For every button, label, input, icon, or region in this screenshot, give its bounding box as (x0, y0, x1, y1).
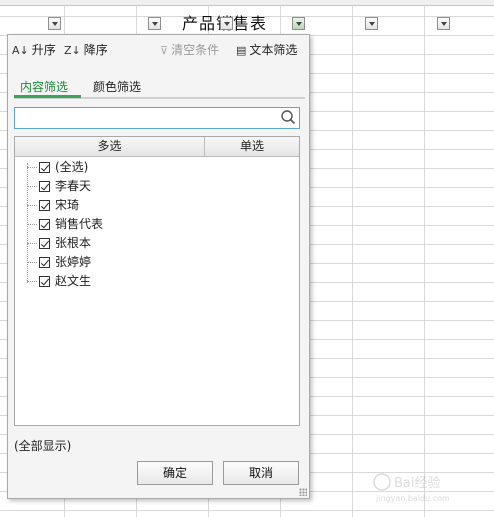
ok-button[interactable]: 确定 (137, 461, 213, 485)
list-item-label: (全选) (55, 160, 89, 174)
tree-connector (27, 243, 37, 244)
tab-content-filter[interactable]: 内容筛选 (20, 78, 68, 95)
checkbox-checked[interactable] (39, 257, 50, 268)
search-icon[interactable] (280, 109, 296, 125)
sort-ascending-label: 升序 (31, 43, 56, 57)
list-item[interactable]: 赵文生 (27, 272, 91, 291)
checkbox-checked[interactable] (39, 162, 50, 173)
checkbox-checked[interactable] (39, 200, 50, 211)
watermark-logo: Bai经验 jingyan.baidu.com (373, 473, 450, 503)
checkbox-checked[interactable] (39, 276, 50, 287)
svg-text:jingyan.baidu.com: jingyan.baidu.com (375, 494, 450, 503)
multi-select-header[interactable]: 多选 (15, 137, 204, 156)
single-select-header[interactable]: 单选 (205, 137, 299, 156)
list-item-label: 张婷婷 (55, 255, 92, 269)
active-tab-indicator (14, 95, 81, 98)
clear-filter-button[interactable]: ⊽ 清空条件 (160, 42, 219, 58)
value-list[interactable]: 多选 单选 (全选) 李春天 宋琦 销售代表 张根本 张婷婷 赵文生 (14, 136, 300, 426)
resize-grip-icon[interactable] (299, 488, 307, 496)
filter-tabs: 内容筛选 颜色筛选 (14, 75, 305, 99)
tree-connector (27, 224, 37, 225)
tree-connector (27, 281, 37, 282)
list-item[interactable]: 销售代表 (27, 215, 103, 234)
column-filter-button[interactable] (437, 17, 450, 30)
column-filter-button[interactable] (365, 17, 378, 30)
sort-descending-label: 降序 (83, 43, 108, 57)
list-item-label: 赵文生 (55, 274, 92, 288)
column-filter-button[interactable] (48, 17, 61, 30)
column-filter-button-active[interactable] (292, 17, 305, 30)
list-item-label: 宋琦 (55, 198, 80, 212)
tree-connector (27, 186, 37, 187)
filter-toolbar: A↓ 升序 Z↓ 降序 ⊽ 清空条件 ▤ 文本筛选 (8, 35, 309, 63)
list-item[interactable]: 宋琦 (27, 196, 79, 215)
clear-filter-label: 清空条件 (171, 43, 220, 57)
list-item[interactable]: 李春天 (27, 177, 91, 196)
sort-descending-button[interactable]: Z↓ 降序 (64, 42, 108, 58)
checkbox-checked[interactable] (39, 238, 50, 249)
list-item-label: 李春天 (55, 179, 92, 193)
sort-ascending-button[interactable]: A↓ 升序 (12, 42, 56, 58)
tab-color-filter[interactable]: 颜色筛选 (93, 78, 141, 95)
tree-connector (27, 205, 37, 206)
sort-descending-icon: Z↓ (64, 44, 81, 57)
list-header: 多选 单选 (15, 137, 299, 157)
list-item[interactable]: 张根本 (27, 234, 91, 253)
sort-ascending-icon: A↓ (12, 44, 29, 57)
list-item-label: 销售代表 (55, 217, 104, 231)
text-filter-button[interactable]: ▤ 文本筛选 (236, 42, 297, 58)
list-item[interactable]: 张婷婷 (27, 253, 91, 272)
svg-text:Bai经验: Bai经验 (394, 475, 441, 491)
list-item-select-all[interactable]: (全选) (27, 158, 88, 177)
column-filter-button[interactable] (220, 17, 233, 30)
show-all-status: (全部显示) (14, 439, 72, 453)
column-header-strip (0, 0, 494, 6)
text-filter-icon: ▤ (236, 44, 247, 57)
filter-popup: A↓ 升序 Z↓ 降序 ⊽ 清空条件 ▤ 文本筛选 内容筛选 颜色筛选 多选 单选 (全… (7, 34, 310, 499)
cancel-button[interactable]: 取消 (223, 461, 299, 485)
tree-connector (27, 262, 37, 263)
checkbox-checked[interactable] (39, 219, 50, 230)
search-input[interactable] (14, 107, 300, 129)
funnel-clear-icon: ⊽ (160, 44, 169, 57)
list-item-label: 张根本 (55, 236, 92, 250)
column-filter-button[interactable] (148, 17, 161, 30)
checkbox-checked[interactable] (39, 181, 50, 192)
tree-connector (27, 167, 37, 168)
text-filter-label: 文本筛选 (249, 43, 298, 57)
